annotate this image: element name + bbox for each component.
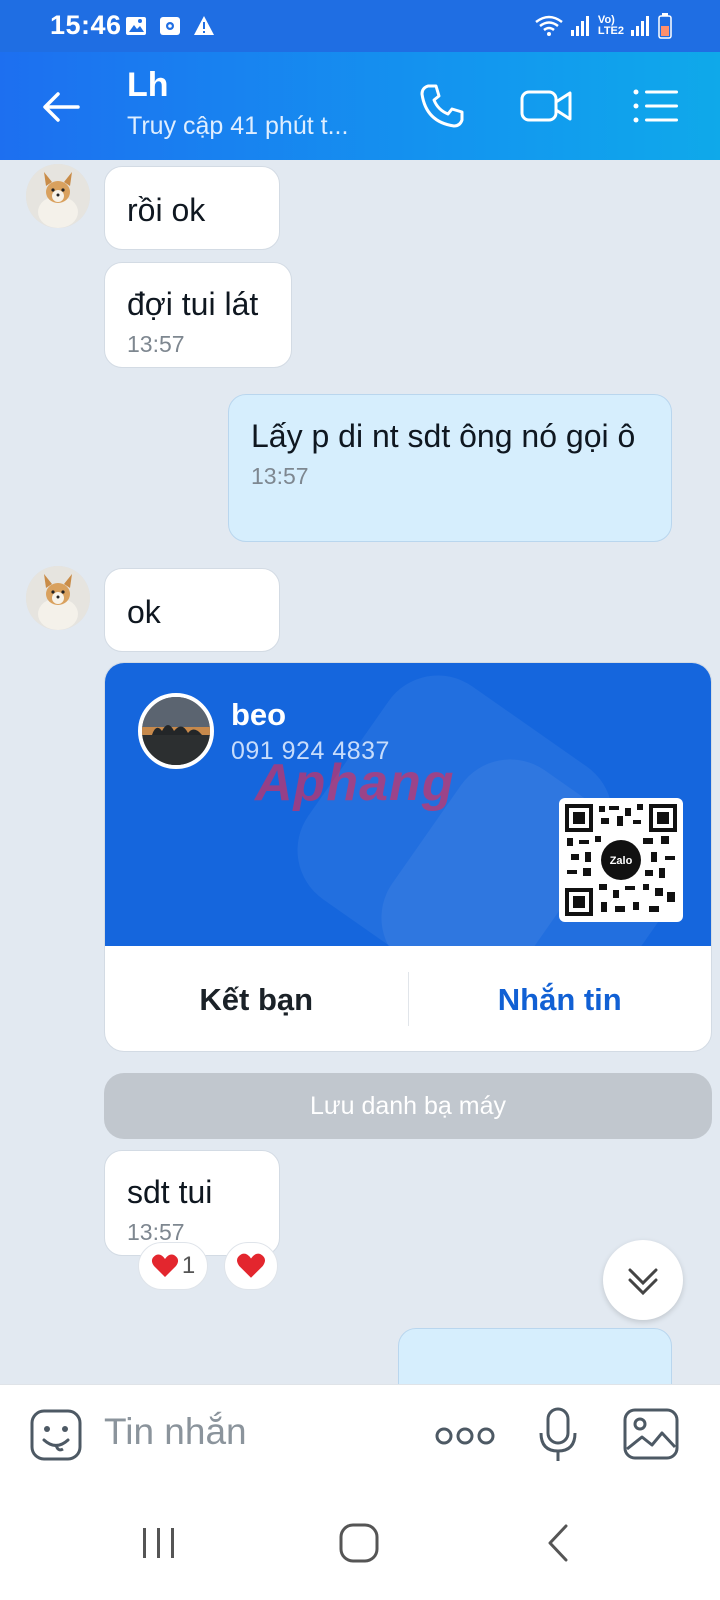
back-arrow-icon[interactable]: [36, 80, 90, 134]
sunset-photo-icon: [142, 697, 210, 765]
sender-avatar[interactable]: [26, 566, 90, 630]
message-text: đợi tui lát: [127, 286, 259, 322]
emoji-sticker-icon[interactable]: [28, 1407, 84, 1463]
signal-icon: [570, 16, 589, 36]
wifi-icon: [535, 15, 563, 36]
react-heart-button[interactable]: [224, 1242, 278, 1290]
message-text: sdt tui: [127, 1174, 213, 1210]
record-icon: [160, 17, 180, 35]
contact-card-name: beo: [231, 697, 287, 732]
contact-card[interactable]: beo 091 924 4837 Aphang Zalo Kết bạn Nhắ…: [104, 662, 712, 1052]
reaction-count: 1: [181, 1252, 196, 1279]
my-message-bubble-partial[interactable]: [398, 1328, 672, 1384]
my-message-bubble[interactable]: Lấy p di nt sdt ông nó gọi ô 13:57: [228, 394, 672, 542]
gallery-image-icon[interactable]: [622, 1407, 680, 1461]
message-text: rồi ok: [127, 192, 206, 228]
back-icon[interactable]: [534, 1518, 584, 1568]
double-chevron-down-icon: [628, 1268, 658, 1296]
warning-icon: [194, 16, 214, 35]
message-composer: Tin nhắn: [0, 1384, 720, 1484]
message-bubble[interactable]: sdt tui 13:57: [104, 1150, 280, 1256]
qr-code[interactable]: Zalo: [559, 798, 683, 922]
phone-call-icon[interactable]: [414, 78, 470, 134]
video-call-icon[interactable]: [518, 78, 574, 134]
message-bubble[interactable]: rồi ok: [104, 166, 280, 250]
reaction-summary[interactable]: 1: [138, 1242, 208, 1290]
dog-avatar-icon: [26, 164, 90, 228]
message-bubble[interactable]: ok: [104, 568, 280, 652]
send-message-button[interactable]: Nhắn tin: [409, 946, 712, 1051]
add-friend-button[interactable]: Kết bạn: [105, 946, 408, 1051]
image-icon: [126, 17, 146, 35]
menu-list-icon[interactable]: [628, 78, 684, 134]
message-bubble[interactable]: đợi tui lát 13:57: [104, 262, 292, 368]
qr-brand-label: Zalo: [610, 855, 633, 867]
chat-header: Lh Truy cập 41 phút t...: [0, 52, 720, 160]
contact-card-avatar: [138, 693, 214, 769]
system-navigation-bar: [0, 1484, 720, 1600]
message-text: ok: [127, 594, 161, 630]
recent-apps-icon[interactable]: [134, 1518, 184, 1568]
save-contact-button[interactable]: Lưu danh bạ máy: [104, 1073, 712, 1139]
network-label: Vo) LTE2: [597, 14, 624, 37]
chat-messages[interactable]: rồi ok đợi tui lát 13:57 Lấy p di nt sdt…: [0, 160, 720, 1384]
home-icon[interactable]: [334, 1518, 384, 1568]
contact-title[interactable]: Lh: [127, 66, 169, 105]
message-time: 13:57: [127, 331, 185, 357]
heart-icon: [236, 1253, 266, 1278]
microphone-icon[interactable]: [536, 1405, 580, 1465]
dog-avatar-icon: [26, 566, 90, 630]
heart-icon: [151, 1254, 178, 1277]
message-text: Lấy p di nt sdt ông nó gọi ô: [251, 418, 636, 454]
scroll-to-bottom-button[interactable]: [603, 1240, 683, 1320]
message-input[interactable]: Tin nhắn: [104, 1411, 247, 1453]
signal-2-icon: [631, 16, 649, 36]
qr-code-icon: Zalo: [565, 804, 677, 916]
status-time: 15:46: [50, 10, 122, 40]
battery-icon: [658, 13, 672, 39]
more-options-icon[interactable]: [434, 1425, 496, 1447]
sender-avatar[interactable]: [26, 164, 90, 228]
last-seen-status: Truy cập 41 phút t...: [127, 112, 349, 140]
contact-card-header: beo 091 924 4837 Aphang Zalo: [105, 663, 711, 946]
status-bar: 15:46 Vo) LTE2: [0, 0, 720, 52]
message-time: 13:57: [251, 463, 309, 489]
watermark-text: Aphang: [255, 754, 455, 812]
